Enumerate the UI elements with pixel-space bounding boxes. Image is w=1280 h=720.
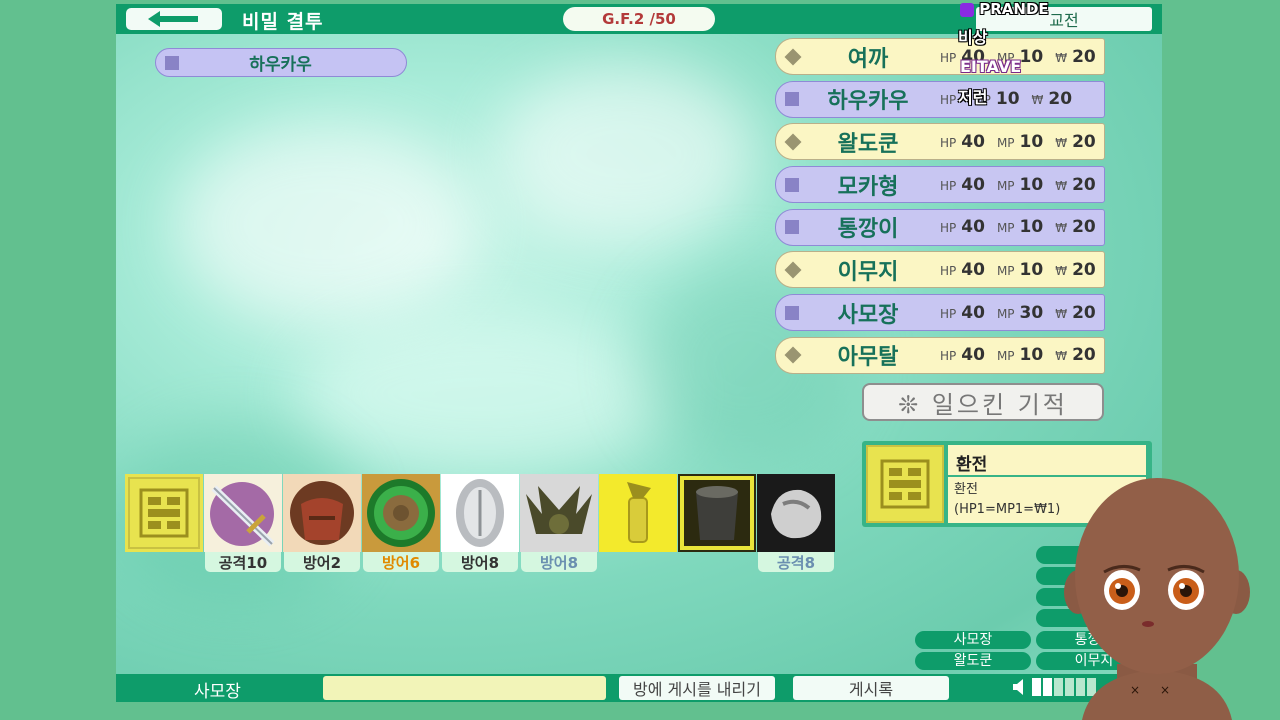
diamond-marker-icon — [784, 133, 802, 151]
item-label: 공격10 — [205, 552, 281, 572]
target-pill[interactable]: 왈도쿤 — [915, 652, 1031, 670]
money-value: 20 — [1072, 131, 1096, 152]
green-shield-icon[interactable] — [362, 474, 440, 552]
player-row[interactable]: 이무지 HP 40 MP 10 ₩20 — [775, 251, 1105, 289]
sword-icon[interactable] — [204, 474, 282, 552]
potion-vial-icon[interactable] — [599, 474, 677, 552]
mp-value: 10 — [1019, 217, 1044, 238]
item-label: 방어8 — [442, 552, 518, 572]
silver-shield-icon[interactable] — [441, 474, 519, 552]
square-marker-icon — [165, 55, 179, 70]
overlay-text-1: 비상 — [958, 28, 988, 47]
miracle-button[interactable]: ❊ 일으킨 기적 — [862, 383, 1104, 421]
player-stats: HP 40 MP 10 ₩20 — [940, 131, 1096, 152]
svg-text:×: × — [1160, 683, 1170, 697]
money-value: 20 — [1072, 259, 1096, 280]
overlay-text-2: EITAVE — [960, 57, 1022, 76]
player-name: 모카형 — [837, 174, 899, 200]
avatar-character: × × — [1064, 478, 1250, 720]
dark-cauldron-icon[interactable] — [678, 474, 756, 552]
square-marker-icon — [785, 220, 799, 235]
player-stats: HP 40 MP 10 ₩20 — [940, 259, 1096, 280]
hp-value: 40 — [961, 302, 985, 323]
money-value: 20 — [1072, 345, 1096, 366]
diamond-marker-icon — [784, 346, 802, 364]
mp-value: 10 — [1019, 259, 1044, 280]
player-row[interactable]: 아무탈 HP 40 MP 10 ₩20 — [775, 336, 1105, 374]
money-value: 20 — [1072, 217, 1096, 238]
current-player-name: 사모장 — [194, 682, 241, 702]
player-name: 이무지 — [837, 259, 899, 285]
diamond-marker-icon — [784, 48, 802, 65]
money-value: 20 — [1072, 174, 1096, 195]
money-value: 20 — [1072, 46, 1096, 67]
player-name: 왈도쿤 — [837, 131, 899, 157]
mp-value: 10 — [1019, 174, 1044, 195]
overlay-text-3: 저런 — [958, 88, 988, 107]
square-marker-icon — [785, 177, 799, 192]
player-name: 아무탈 — [837, 345, 899, 371]
hp-value: 40 — [961, 174, 985, 195]
player-name: 여까 — [847, 46, 889, 72]
item-label: 공격8 — [758, 552, 834, 572]
horned-helmet-icon[interactable] — [520, 474, 598, 552]
self-player-tag: 하우카우 — [155, 48, 407, 77]
hp-value: 40 — [961, 131, 985, 152]
arrow-left-icon — [148, 11, 198, 27]
player-row[interactable]: 하우카우 HP MP 10 ₩20 — [775, 80, 1105, 118]
player-name: 통깡이 — [837, 217, 899, 243]
exchange-rune-icon[interactable] — [125, 474, 203, 552]
gf-counter: G.F.2 /50 — [563, 7, 715, 31]
player-row[interactable]: 여까 HP 40 MP 10 ₩20 — [775, 38, 1105, 75]
player-name: 사모장 — [837, 302, 899, 328]
item-label: 방어8 — [521, 552, 597, 572]
item-label: 방어6 — [363, 552, 439, 572]
hp-value: 40 — [961, 345, 985, 366]
hp-value: 40 — [961, 217, 985, 238]
post-message-button[interactable]: 방에 게시를 내리기 — [619, 676, 775, 700]
square-marker-icon — [785, 92, 799, 107]
hp-value: 40 — [961, 259, 985, 280]
money-value: 20 — [1072, 302, 1096, 323]
item-label: 방어2 — [284, 552, 360, 572]
rock-fist-icon[interactable] — [757, 474, 835, 552]
player-row[interactable]: 통깡이 HP 40 MP 10 ₩20 — [775, 208, 1105, 246]
player-stats: HP 40 MP 30 ₩20 — [940, 302, 1096, 323]
heart-icon — [960, 2, 974, 17]
overlay-badge: PRANDE — [960, 0, 1049, 18]
mp-value: 30 — [1019, 302, 1044, 323]
back-button[interactable] — [126, 8, 222, 30]
player-stats: HP 40 MP 10 ₩20 — [940, 217, 1096, 238]
leather-armor-icon[interactable] — [283, 474, 361, 552]
svg-text:×: × — [1130, 683, 1140, 697]
player-row[interactable]: 모카형 HP 40 MP 10 ₩20 — [775, 166, 1105, 204]
message-log-button[interactable]: 게시록 — [793, 676, 949, 700]
page-title: 비밀 결투 — [242, 11, 324, 33]
diamond-marker-icon — [784, 261, 802, 279]
player-list: 여까 HP 40 MP 10 ₩20 하우카우 HP MP 10 ₩20 왈도쿤 HP 40 MP 10 ₩20… — [775, 38, 1105, 380]
mp-value: 10 — [1019, 46, 1044, 67]
speaker-icon — [1013, 679, 1023, 695]
mp-value: 10 — [995, 89, 1020, 110]
message-input[interactable] — [323, 676, 606, 700]
card-title: 환전 — [948, 445, 1146, 475]
game-screen: 비밀 결투 G.F.2 /50 교전 하우카우 여까 HP 40 MP 10 ₩20 하우카… — [116, 4, 1162, 702]
mp-value: 10 — [1019, 345, 1044, 366]
bottom-bar: 사모장 방에 게시를 내리기 게시록 — [116, 674, 1162, 702]
player-name: 하우카우 — [827, 89, 909, 115]
player-stats: HP 40 MP 10 ₩20 — [940, 174, 1096, 195]
exchange-rune-icon — [866, 445, 944, 523]
player-row[interactable]: 사모장 HP 40 MP 30 ₩20 — [775, 294, 1105, 332]
target-pill[interactable]: 사모장 — [915, 631, 1031, 649]
mp-value: 10 — [1019, 131, 1044, 152]
money-value: 20 — [1048, 89, 1073, 110]
player-row[interactable]: 왈도쿤 HP 40 MP 10 ₩20 — [775, 123, 1105, 161]
item-bar — [125, 474, 835, 552]
player-stats: HP 40 MP 10 ₩20 — [940, 345, 1096, 366]
self-player-name: 하우카우 — [249, 55, 312, 75]
square-marker-icon — [785, 305, 799, 320]
